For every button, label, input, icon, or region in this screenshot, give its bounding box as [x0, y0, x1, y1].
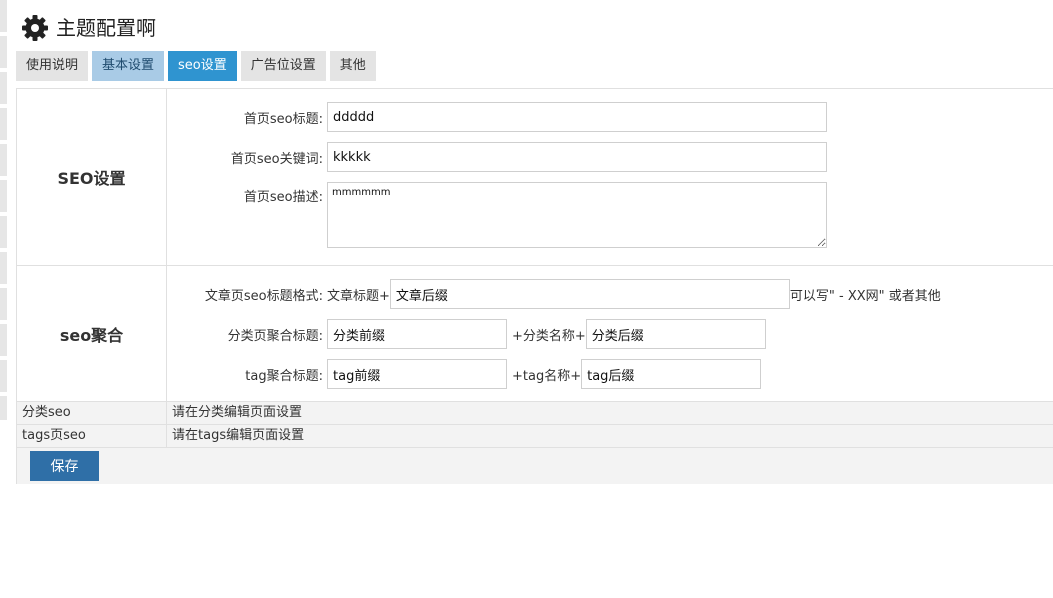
tags-seo-name: tags页seo — [17, 425, 167, 447]
category-middle-text: +分类名称+ — [512, 328, 586, 344]
article-suffix-input[interactable] — [389, 279, 790, 309]
tag-prefix-input[interactable] — [327, 359, 507, 389]
tag-suffix-input[interactable] — [581, 359, 762, 389]
home-keywords-field: 首页seo关键词: — [167, 142, 827, 172]
home-keywords-label: 首页seo关键词: — [230, 151, 323, 167]
tags-seo-note: 请在tags编辑页面设置 — [172, 428, 305, 443]
category-title-field: 分类页聚合标题: +分类名称+ — [167, 319, 766, 349]
home-title-label: 首页seo标题: — [243, 111, 323, 127]
category-suffix-input[interactable] — [585, 319, 766, 349]
home-desc-label: 首页seo描述: — [243, 190, 323, 205]
page-header: 主题配置啊 — [20, 12, 156, 44]
seo-section-body: 首页seo标题: 首页seo关键词: 首页seo描述: mmmmmm — [167, 89, 1053, 265]
seo-section-heading: SEO设置 — [17, 89, 167, 265]
save-button[interactable]: 保存 — [30, 451, 99, 481]
category-title-label: 分类页聚合标题: — [227, 328, 323, 344]
aggregate-section-body: 文章页seo标题格式: 文章标题+ 可以写" - XX网" 或者其他 分类页聚合… — [167, 266, 1053, 401]
article-title-format-field: 文章页seo标题格式: 文章标题+ 可以写" - XX网" 或者其他 — [167, 279, 941, 309]
aggregate-section: seo聚合 文章页seo标题格式: 文章标题+ 可以写" - XX网" 或者其他… — [17, 266, 1053, 402]
tab-other[interactable]: 其他 — [329, 51, 376, 81]
tab-usage[interactable]: 使用说明 — [16, 51, 89, 81]
save-bar: 保存 — [17, 448, 1053, 484]
home-desc-field: 首页seo描述: mmmmmm — [167, 182, 827, 248]
category-prefix-input[interactable] — [327, 319, 507, 349]
gear-icon — [22, 15, 48, 41]
tab-bar: 使用说明 基本设置 seo设置 广告位设置 其他 — [16, 51, 376, 81]
article-prefix-text: 文章标题+ — [327, 288, 390, 304]
tab-seo-settings[interactable]: seo设置 — [168, 51, 237, 81]
tag-middle-text: +tag名称+ — [512, 368, 582, 384]
seo-section: SEO设置 首页seo标题: 首页seo关键词: 首页seo描述: mmmmmm — [17, 89, 1053, 266]
left-edge-strip — [0, 0, 7, 420]
tags-seo-row: tags页seo 请在tags编辑页面设置 — [17, 425, 1053, 448]
category-seo-note: 请在分类编辑页面设置 — [172, 405, 303, 420]
settings-panel: SEO设置 首页seo标题: 首页seo关键词: 首页seo描述: mmmmmm… — [16, 88, 1053, 484]
category-seo-row: 分类seo 请在分类编辑页面设置 — [17, 402, 1053, 425]
category-seo-name: 分类seo — [17, 402, 167, 424]
tab-basic-settings[interactable]: 基本设置 — [92, 51, 165, 81]
tag-title-label: tag聚合标题: — [245, 368, 323, 384]
tag-title-field: tag聚合标题: +tag名称+ — [167, 359, 762, 389]
article-hint: 可以写" - XX网" 或者其他 — [789, 288, 941, 304]
home-title-input[interactable] — [327, 102, 827, 132]
home-keywords-input[interactable] — [327, 142, 827, 172]
home-desc-textarea[interactable]: mmmmmm — [327, 182, 827, 248]
page-title: 主题配置啊 — [56, 16, 156, 40]
aggregate-section-heading: seo聚合 — [17, 266, 167, 401]
article-title-format-label: 文章页seo标题格式: — [204, 288, 323, 304]
home-title-field: 首页seo标题: — [167, 102, 827, 132]
tab-ad-settings[interactable]: 广告位设置 — [240, 51, 326, 81]
